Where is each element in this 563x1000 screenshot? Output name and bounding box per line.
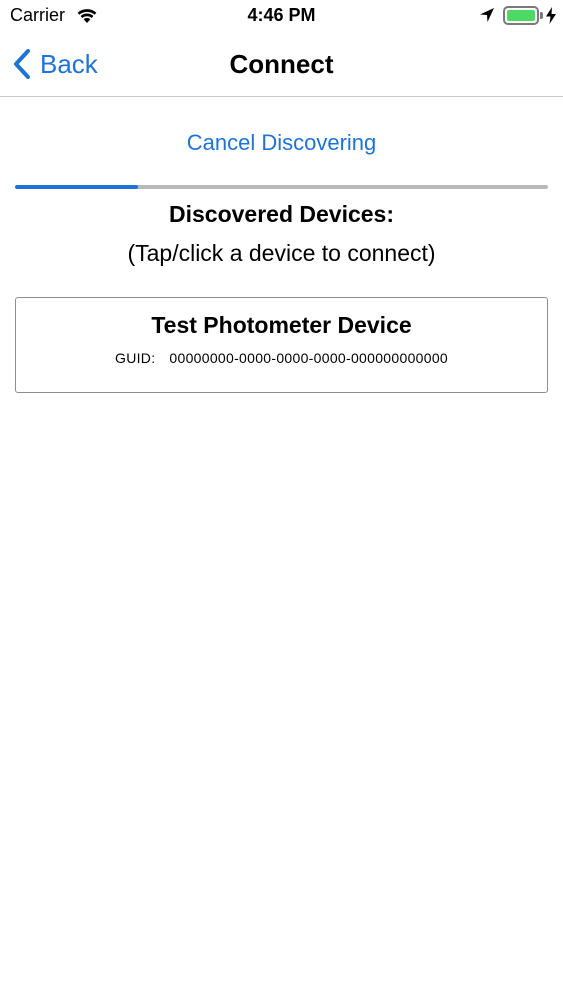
cancel-discovering-button[interactable]: Cancel Discovering xyxy=(0,130,563,156)
discovered-devices-hint: (Tap/click a device to connect) xyxy=(127,240,436,266)
navigation-bar: Back Connect xyxy=(0,32,563,97)
charging-bolt-icon xyxy=(546,7,556,29)
battery-icon xyxy=(503,6,539,25)
discovered-devices-heading: Discovered Devices: xyxy=(168,201,394,227)
battery-nub xyxy=(540,12,543,19)
location-arrow-icon xyxy=(479,7,495,28)
connect-screen: Carrier 4:46 PM Back Connect Cancel Disc… xyxy=(0,0,563,1000)
guid-value: 00000000-0000-0000-0000-000000000000 xyxy=(169,350,448,366)
device-guid-row: GUID: 00000000-0000-0000-0000-00000000000… xyxy=(16,350,547,366)
device-list-item[interactable]: Test Photometer Device GUID: 00000000-000… xyxy=(15,297,548,393)
battery-fill xyxy=(507,10,535,21)
discovery-progress-bar xyxy=(15,185,548,189)
status-bar: Carrier 4:46 PM xyxy=(0,0,563,32)
page-title: Connect xyxy=(229,49,334,79)
guid-label: GUID: xyxy=(115,350,156,366)
device-name: Test Photometer Device xyxy=(151,312,412,338)
discovery-progress-fill xyxy=(15,185,138,189)
